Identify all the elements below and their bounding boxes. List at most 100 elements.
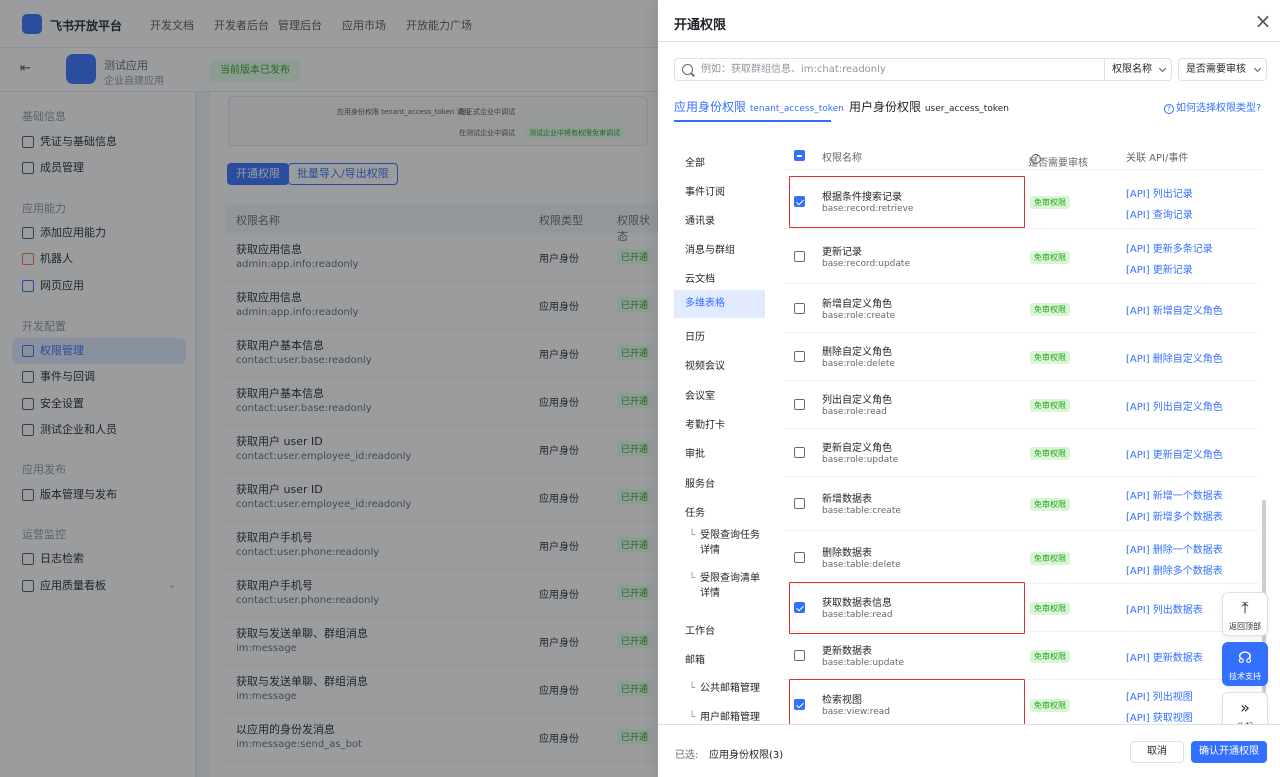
permission-checkbox[interactable] — [794, 498, 805, 509]
category-item[interactable]: 视频会议 — [674, 357, 765, 372]
confirm-enable-button[interactable]: 确认开通权限 — [1191, 741, 1267, 763]
permission-row[interactable]: 新增数据表 base:table:create 免审权限 [API] 新增一个数据表 [… — [784, 477, 1258, 531]
search-icon — [682, 64, 693, 75]
permission-checkbox[interactable] — [794, 447, 805, 458]
category-item[interactable]: 通讯录 — [674, 212, 765, 227]
permission-row[interactable]: 新增自定义角色 base:role:create 免审权限 [API] 新增自定义角色 — [784, 284, 1258, 333]
drawer-title: 开通权限 — [674, 18, 727, 33]
permission-key: base:role:read — [822, 407, 887, 417]
permission-checkbox[interactable] — [794, 650, 805, 661]
permission-type-help-link[interactable]: ? 如何选择权限类型? — [1164, 99, 1261, 114]
permission-checkbox[interactable] — [794, 250, 805, 262]
review-free-badge: 免审权限 — [1030, 250, 1070, 264]
api-link[interactable]: [API] 更新多条记录 — [1126, 240, 1213, 255]
tab-user-permission[interactable]: 用户身份权限 user_access_token — [849, 98, 1009, 115]
api-link[interactable]: [API] 查询记录 — [1126, 206, 1193, 221]
category-item[interactable]: 事件订阅 — [674, 183, 765, 198]
category-subitem[interactable]: └ 受限查询清单详情 — [674, 571, 765, 601]
tech-support-button[interactable]: ☊ 技术支持 — [1222, 642, 1268, 686]
back-to-top-button[interactable]: ⤒ 返回顶部 — [1222, 592, 1268, 636]
api-link[interactable]: [API] 删除一个数据表 — [1126, 541, 1223, 556]
category-subitem[interactable]: └ 受限查询任务详情 — [674, 528, 765, 558]
highlight-box — [789, 582, 1025, 634]
api-link[interactable]: [API] 列出数据表 — [1126, 601, 1203, 616]
tab-label: 用户身份权限 — [849, 100, 922, 114]
permission-key: base:table:update — [822, 658, 905, 668]
api-link[interactable]: [API] 更新记录 — [1126, 261, 1193, 276]
tab-token: user_access_token — [924, 104, 1009, 114]
selected-label: 已选: — [675, 750, 699, 761]
permission-key: base:role:create — [822, 310, 896, 321]
permission-row[interactable]: 列出自定义角色 base:role:read 免审权限 [API] 列出自定义角色 — [784, 381, 1258, 429]
review-free-badge: 免审权限 — [1030, 399, 1070, 412]
api-link[interactable]: [API] 新增自定义角色 — [1126, 302, 1223, 317]
permission-key: base:role:update — [822, 455, 899, 465]
permission-row[interactable]: 更新自定义角色 base:role:update 免审权限 [API] 更新自定义角色 — [784, 429, 1258, 477]
category-item[interactable]: 云文档 — [674, 270, 765, 285]
category-item[interactable]: 工作台 — [674, 622, 765, 637]
category-list: 全部事件订阅通讯录消息与群组云文档多维表格日历视频会议会议室考勤打卡审批服务台任… — [674, 140, 766, 724]
category-subitem[interactable]: └ 公共邮箱管理 — [674, 681, 765, 696]
select-value: 是否需要审核 — [1186, 64, 1246, 75]
close-icon[interactable]: × — [1252, 10, 1274, 32]
category-subitem[interactable]: └ 用户邮箱管理 — [674, 710, 765, 724]
permission-row[interactable]: 更新数据表 base:table:update 免审权限 [API] 更新数据表 — [784, 632, 1258, 680]
permission-checkbox[interactable] — [794, 351, 805, 362]
api-link[interactable]: [API] 列出记录 — [1126, 185, 1193, 200]
api-link[interactable]: [API] 获取视图 — [1126, 709, 1193, 724]
tab-token: tenant_access_token — [749, 104, 844, 114]
api-link[interactable]: [API] 列出视图 — [1126, 688, 1193, 703]
tree-line-icon: └ — [689, 683, 696, 694]
permission-row[interactable]: 删除自定义角色 base:role:delete 免审权限 [API] 删除自定义角色 — [784, 333, 1258, 381]
select-all-checkbox[interactable] — [794, 150, 805, 161]
permission-name: 更新数据表 — [822, 646, 872, 657]
api-link[interactable]: [API] 新增多个数据表 — [1126, 508, 1223, 523]
category-subitem-label: 受限查询清单详情 — [700, 573, 760, 599]
tree-line-icon: └ — [689, 712, 696, 723]
category-item[interactable]: 日历 — [674, 328, 765, 343]
review-free-badge: 免审权限 — [1030, 650, 1070, 663]
category-item[interactable]: 多维表格 — [674, 290, 765, 318]
api-link[interactable]: [API] 列出自定义角色 — [1126, 398, 1223, 413]
permission-list: 根据条件搜索记录 base:record:retrieve 免审权限 [API] 列出… — [784, 170, 1258, 724]
permission-checkbox[interactable] — [794, 399, 805, 410]
headset-icon: ☊ — [1237, 648, 1253, 667]
tab-label: 应用身份权限 — [674, 100, 747, 114]
review-free-badge: 免审权限 — [1030, 302, 1070, 316]
category-item[interactable]: 会议室 — [674, 387, 765, 402]
drawer-footer: 已选: 应用身份权限(3) 取消 确认开通权限 — [658, 724, 1280, 777]
tree-line-icon: └ — [689, 530, 696, 541]
api-link[interactable]: [API] 更新数据表 — [1126, 649, 1203, 664]
api-link[interactable]: [API] 更新自定义角色 — [1126, 446, 1223, 461]
category-item[interactable]: 考勤打卡 — [674, 416, 765, 431]
category-item[interactable]: 全部 — [674, 154, 765, 169]
category-item[interactable]: 邮箱 — [674, 651, 765, 666]
permission-checkbox[interactable] — [794, 302, 805, 314]
permission-row[interactable]: 获取数据表信息 base:table:read 免审权限 [API] 列出数据表 — [784, 582, 1258, 634]
category-item[interactable]: 审批 — [674, 445, 765, 460]
search-field-select[interactable]: 权限名称 — [1104, 58, 1172, 81]
review-filter-select[interactable]: 是否需要审核 — [1178, 58, 1267, 81]
permission-row[interactable]: 检索视图 base:view:read 免审权限 [API] 列出视图 [API] 获取… — [784, 679, 1258, 724]
category-item[interactable]: 任务 — [674, 504, 765, 519]
permission-row[interactable]: 根据条件搜索记录 base:record:retrieve 免审权限 [API] 列出… — [784, 174, 1258, 229]
tab-tenant-permission[interactable]: 应用身份权限 tenant_access_token — [674, 98, 844, 115]
permission-name: 更新记录 — [822, 246, 862, 258]
help-link-label: 如何选择权限类型? — [1176, 103, 1262, 114]
divider — [658, 41, 1280, 42]
category-item[interactable]: 消息与群组 — [674, 241, 765, 256]
double-chevron-right-icon: » — [1240, 698, 1250, 717]
api-link[interactable]: [API] 删除自定义角色 — [1126, 350, 1223, 365]
permission-key: base:role:delete — [822, 359, 895, 369]
api-link[interactable]: [API] 新增一个数据表 — [1126, 487, 1223, 502]
permission-checkbox[interactable] — [794, 551, 805, 563]
column-header: 关联 API/事件 — [1126, 153, 1189, 164]
permission-row[interactable]: 更新记录 base:record:update 免审权限 [API] 更新多条记录 [A… — [784, 229, 1258, 284]
modal-overlay[interactable] — [0, 0, 658, 777]
search-input[interactable] — [701, 61, 1101, 78]
permission-row[interactable]: 删除数据表 base:table:delete 免审权限 [API] 删除一个数据表 [… — [784, 531, 1258, 584]
cancel-button[interactable]: 取消 — [1130, 741, 1184, 763]
category-item[interactable]: 服务台 — [674, 475, 765, 490]
question-icon: ? — [1164, 104, 1174, 114]
api-link[interactable]: [API] 删除多个数据表 — [1126, 562, 1223, 577]
